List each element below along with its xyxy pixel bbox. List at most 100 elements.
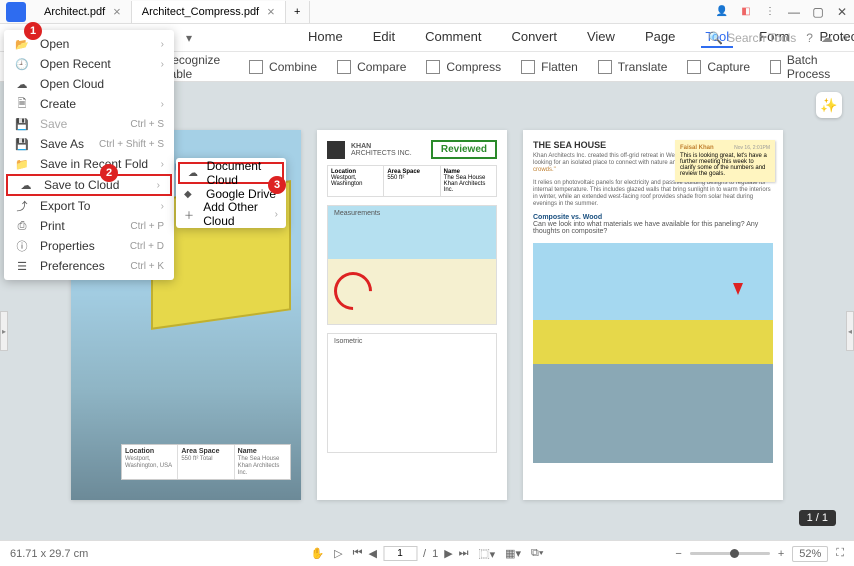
tab-label: Architect_Compress.pdf: [142, 6, 259, 18]
submenu-add-other-cloud[interactable]: ＋Add Other Cloud›: [176, 204, 286, 224]
tab-architect-compress[interactable]: Architect_Compress.pdf ×: [132, 1, 286, 23]
tab-label: Architect.pdf: [44, 6, 105, 18]
search-tools[interactable]: 🔍 Search Tools: [708, 31, 796, 45]
search-icon: 🔍: [708, 31, 723, 45]
last-page-icon[interactable]: ⏭: [459, 547, 469, 560]
info-icon: ⓘ: [14, 238, 30, 254]
titlebar: Architect.pdf × Architect_Compress.pdf ×…: [0, 0, 854, 24]
fit-page-icon[interactable]: ⿴▾: [479, 546, 496, 562]
ai-assistant-badge[interactable]: ✨: [816, 92, 842, 118]
export-icon: ⤴: [14, 198, 30, 214]
menu-open-cloud[interactable]: ☁Open Cloud: [4, 74, 174, 94]
tab-view[interactable]: View: [583, 27, 619, 48]
label: Compare: [357, 60, 406, 74]
help-icon[interactable]: ?: [806, 31, 813, 45]
tool-compress[interactable]: Compress: [416, 52, 511, 81]
tool-compare[interactable]: Compare: [327, 52, 416, 81]
tab-home[interactable]: Home: [304, 27, 347, 48]
clock-icon: 🕘: [14, 56, 30, 72]
next-page-icon[interactable]: ▶: [444, 547, 452, 560]
right-panel-toggle[interactable]: ◂: [846, 311, 854, 351]
printer-icon: ⎙: [14, 218, 30, 234]
annotation-circle: [326, 264, 380, 318]
menu-open-recent[interactable]: 🕘Open Recent›: [4, 54, 174, 74]
status-right: − + 52% ⛶: [675, 546, 844, 562]
close-icon[interactable]: ×: [267, 4, 275, 19]
flatten-icon: [521, 60, 535, 74]
cloud-icon[interactable]: ☁: [821, 31, 833, 45]
label: Compress: [446, 60, 501, 74]
user-icon[interactable]: 👤: [712, 2, 732, 22]
maximize-button[interactable]: ▢: [806, 0, 830, 24]
tool-translate[interactable]: Translate: [588, 52, 678, 81]
cloud-upload-icon: ☁: [18, 177, 34, 193]
zoom-slider[interactable]: [690, 552, 770, 555]
menu-properties[interactable]: ⓘPropertiesCtrl + D: [4, 236, 174, 256]
menu-export-to[interactable]: ⤴Export To›: [4, 196, 174, 216]
zoom-handle[interactable]: [730, 549, 739, 558]
tab-convert[interactable]: Convert: [507, 27, 561, 48]
left-panel-toggle[interactable]: ▸: [0, 311, 8, 351]
gdrive-icon: ◆: [184, 189, 198, 200]
reading-mode-icon[interactable]: ⧉▾: [531, 547, 543, 560]
menu-save-recent-folder[interactable]: 📁Save in Recent Fold›: [4, 154, 174, 174]
first-page-icon[interactable]: ⏮: [353, 547, 363, 560]
h: Name: [238, 448, 287, 455]
hand-tool-icon[interactable]: ✋: [310, 547, 324, 560]
alert-icon[interactable]: ◧: [736, 2, 756, 22]
compress-icon: [426, 60, 440, 74]
menu-save-as[interactable]: 💾Save AsCtrl + Shift + S: [4, 134, 174, 154]
shortcut: Ctrl + S: [130, 119, 164, 130]
batch-process-icon: [770, 60, 781, 74]
add-cloud-icon: ＋: [184, 207, 195, 222]
label: Translate: [618, 60, 668, 74]
comp-body: Can we look into what materials we have …: [533, 221, 758, 235]
menu-print[interactable]: ⎙PrintCtrl + P: [4, 216, 174, 236]
chevron-down-icon[interactable]: ▾: [182, 31, 196, 45]
tool-capture[interactable]: Capture: [677, 52, 760, 81]
menu-save-to-cloud[interactable]: ☁Save to Cloud›: [6, 174, 172, 196]
minimize-button[interactable]: —: [782, 0, 806, 24]
prev-page-icon[interactable]: ◀: [369, 547, 377, 560]
tool-batch-process[interactable]: Batch Process: [760, 52, 854, 81]
page-input[interactable]: [383, 546, 417, 561]
tab-edit[interactable]: Edit: [369, 27, 399, 48]
zoom-in-button[interactable]: +: [778, 548, 784, 560]
menu-preferences[interactable]: ☰PreferencesCtrl + K: [4, 256, 174, 276]
new-doc-icon: 🗎: [14, 96, 30, 112]
render-image: [533, 243, 773, 463]
chevron-right-icon: ›: [161, 159, 164, 170]
isometric-card: Isometric: [327, 333, 497, 453]
callout-badge-2: 2: [100, 164, 118, 182]
shortcut: Ctrl + P: [130, 221, 164, 232]
zoom-out-button[interactable]: −: [675, 548, 681, 560]
zoom-value[interactable]: 52%: [792, 546, 828, 562]
tool-combine[interactable]: Combine: [239, 52, 327, 81]
file-menu[interactable]: 📂Open› 🕘Open Recent› ☁Open Cloud 🗎Create…: [4, 30, 174, 280]
menu-create[interactable]: 🗎Create›: [4, 94, 174, 114]
close-icon[interactable]: ×: [113, 4, 121, 19]
tab-comment[interactable]: Comment: [421, 27, 485, 48]
fullscreen-icon[interactable]: ⛶: [836, 547, 844, 560]
close-button[interactable]: ✕: [830, 0, 854, 24]
new-tab-button[interactable]: +: [286, 1, 310, 23]
pointer-tool-icon[interactable]: ▷: [334, 547, 342, 560]
body: This is looking great, let's have a furt…: [680, 153, 770, 177]
chevron-right-icon: ›: [157, 180, 160, 191]
tab-page[interactable]: Page: [641, 27, 679, 48]
cloud-icon: ☁: [14, 76, 30, 92]
tab-architect[interactable]: Architect.pdf ×: [34, 1, 132, 23]
label: Add Other Cloud: [203, 200, 274, 228]
page-dimensions: 61.71 x 29.7 cm: [10, 548, 88, 560]
tool-flatten[interactable]: Flatten: [511, 52, 588, 81]
display-mode-icon[interactable]: ▦▾: [505, 547, 521, 560]
save-to-cloud-submenu[interactable]: ☁Document Cloud ◆Google Drive ＋Add Other…: [176, 158, 286, 228]
sticky-note[interactable]: Faisal KhanNov 16, 2:01PM This is lookin…: [675, 140, 775, 182]
label: Flatten: [541, 60, 578, 74]
kebab-icon[interactable]: ⋮: [760, 2, 780, 22]
shortcut: Ctrl + K: [130, 261, 164, 272]
menu-save: 💾SaveCtrl + S: [4, 114, 174, 134]
annotation-arrow: [733, 283, 743, 295]
collapse-ribbon-icon[interactable]: ˄: [841, 31, 848, 45]
cloud-icon: ☁: [188, 168, 199, 179]
